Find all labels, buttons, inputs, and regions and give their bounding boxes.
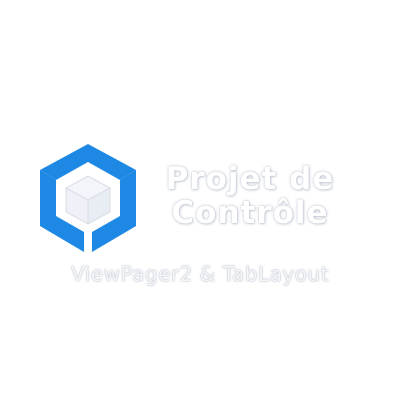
app-title-line-1: Projet de [165, 161, 335, 197]
app-title-line-2: Contrôle [171, 195, 329, 231]
app-subtitle: ViewPager2 & TabLayout [71, 262, 329, 286]
splash-screen: Projet de Contrôle ViewPager2 & TabLayou… [0, 0, 400, 400]
app-title: Projet de Contrôle [150, 162, 350, 230]
hexagon-cube-icon [40, 144, 136, 252]
